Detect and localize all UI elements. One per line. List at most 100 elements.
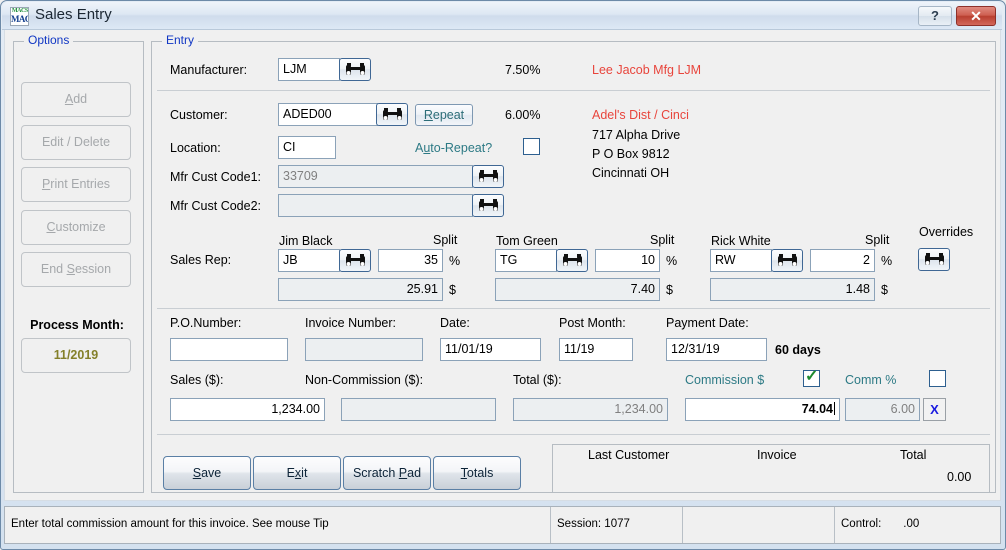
window-title: Sales Entry xyxy=(35,6,112,23)
summary-total-value: 0.00 xyxy=(947,470,972,484)
exit-button[interactable]: Exit xyxy=(253,456,341,490)
post-month-input[interactable]: 11/19 xyxy=(559,338,633,361)
sidebar-button-end-session[interactable]: End Session xyxy=(21,252,131,287)
customer-name: Adel's Dist / Cinci xyxy=(592,108,689,122)
save-button[interactable]: Save xyxy=(163,456,251,490)
help-button[interactable]: ? xyxy=(918,6,952,26)
sales-rep-3-split-label: Split xyxy=(865,233,890,247)
commission-dollar-value: 74.04 xyxy=(801,402,833,416)
date-label: Date: xyxy=(440,316,470,330)
overrides-lookup-binoculars-icon[interactable] xyxy=(918,248,950,271)
status-control-value: .00 xyxy=(903,518,920,530)
auto-repeat-label: Auto-Repeat? xyxy=(415,141,493,155)
close-button[interactable]: ✕ xyxy=(956,6,996,26)
entry-group-title: Entry xyxy=(162,34,199,47)
sales-input[interactable]: 1,234.00 xyxy=(170,398,325,421)
sales-rep-1-split-label: Split xyxy=(433,233,458,247)
customer-input[interactable]: ADED00 xyxy=(278,103,378,126)
sales-rep-2-code-input[interactable]: TG xyxy=(495,249,557,272)
location-input[interactable]: CI xyxy=(278,136,336,159)
summary-invoice-label: Invoice xyxy=(757,448,797,462)
sales-rep-1-code-input[interactable]: JB xyxy=(278,249,340,272)
text-caret xyxy=(834,402,835,415)
sales-rep-3-amount-input[interactable]: 1.48 xyxy=(710,278,875,301)
sales-rep-1-dollar-symbol: $ xyxy=(449,283,456,297)
total-input[interactable]: 1,234.00 xyxy=(513,398,668,421)
customer-label: Customer: xyxy=(170,108,228,122)
clear-commission-button[interactable]: X xyxy=(923,398,946,421)
sales-rep-1-split-input[interactable]: 35 xyxy=(378,249,443,272)
status-bar: Enter total commission amount for this i… xyxy=(4,506,1001,544)
sidebar-button-customize[interactable]: Customize xyxy=(21,210,131,245)
customer-rate: 6.00% xyxy=(505,108,541,122)
app-icon-bottom-text: MACS xyxy=(11,14,28,24)
payment-date-label: Payment Date: xyxy=(666,316,749,330)
manufacturer-rate: 7.50% xyxy=(505,63,541,77)
date-input[interactable]: 11/01/19 xyxy=(440,338,541,361)
commission-dollar-label: Commission $ xyxy=(685,373,765,387)
sales-rep-2-split-input[interactable]: 10 xyxy=(595,249,660,272)
sales-entry-window: MACS MACS Sales Entry ? ✕ Options Add Ed… xyxy=(0,0,1006,550)
customer-address-line1: 717 Alpha Drive xyxy=(592,128,681,142)
options-group-title: Options xyxy=(24,34,74,47)
sales-rep-label: Sales Rep: xyxy=(170,253,232,267)
mfr-cust-code1-label: Mfr Cust Code1: xyxy=(170,170,262,184)
mfr-cust-code1-lookup-binoculars-icon[interactable] xyxy=(472,165,504,188)
commission-dollar-checkbox[interactable]: ✓ xyxy=(803,368,820,387)
status-control: Control: .00 xyxy=(835,507,1002,543)
non-commission-input[interactable] xyxy=(341,398,496,421)
mfr-cust-code2-lookup-binoculars-icon[interactable] xyxy=(472,194,504,217)
title-bar: MACS MACS Sales Entry ? ✕ xyxy=(2,2,1002,30)
manufacturer-lookup-binoculars-icon[interactable] xyxy=(339,58,371,81)
invoice-number-label: Invoice Number: xyxy=(305,316,397,330)
auto-repeat-checkbox[interactable] xyxy=(523,138,540,155)
summary-total-label: Total xyxy=(900,448,927,462)
mfr-cust-code2-input[interactable] xyxy=(278,194,473,217)
post-month-label: Post Month: xyxy=(559,316,626,330)
sales-rep-2-lookup-binoculars-icon[interactable] xyxy=(556,249,588,272)
sales-rep-1-name: Jim Black xyxy=(279,234,333,248)
total-label: Total ($): xyxy=(513,373,562,387)
po-number-input[interactable] xyxy=(170,338,288,361)
sales-rep-1-amount-input[interactable]: 25.91 xyxy=(278,278,443,301)
sales-rep-3-lookup-binoculars-icon[interactable] xyxy=(771,249,803,272)
process-month-value[interactable]: 11/2019 xyxy=(21,338,131,373)
sidebar-button-edit-delete[interactable]: Edit / Delete xyxy=(21,125,131,160)
sales-rep-3-split-input[interactable]: 2 xyxy=(810,249,875,272)
commission-percent-input[interactable]: 6.00 xyxy=(845,398,920,421)
divider-3 xyxy=(157,434,990,435)
status-control-label: Control: xyxy=(841,518,882,530)
app-icon: MACS MACS xyxy=(10,7,29,26)
customer-lookup-binoculars-icon[interactable] xyxy=(376,103,408,126)
repeat-button[interactable]: Repeat xyxy=(415,104,473,126)
invoice-number-input[interactable] xyxy=(305,338,423,361)
sales-rep-2-amount-input[interactable]: 7.40 xyxy=(495,278,660,301)
manufacturer-input[interactable]: LJM xyxy=(278,58,340,81)
scratch-pad-button[interactable]: Scratch Pad xyxy=(343,456,431,490)
mfr-cust-code1-input[interactable]: 33709 xyxy=(278,165,473,188)
manufacturer-name: Lee Jacob Mfg LJM xyxy=(592,63,702,77)
sales-rep-2-dollar-symbol: $ xyxy=(666,283,673,297)
customer-address-line3: Cincinnati OH xyxy=(592,166,670,180)
commission-percent-label: Comm % xyxy=(845,373,897,387)
client-area: Options Add Edit / Delete Print Entries … xyxy=(4,30,1001,501)
sidebar-button-add[interactable]: Add xyxy=(21,82,131,117)
sales-rep-3-dollar-symbol: $ xyxy=(881,283,888,297)
mfr-cust-code2-label: Mfr Cust Code2: xyxy=(170,199,262,213)
totals-button[interactable]: Totals xyxy=(433,456,521,490)
commission-dollar-input[interactable]: 74.04 xyxy=(685,398,840,421)
sidebar-button-print-entries[interactable]: Print Entries xyxy=(21,167,131,202)
payment-date-input[interactable]: 12/31/19 xyxy=(666,338,767,361)
payment-days: 60 days xyxy=(775,343,821,357)
sales-rep-1-lookup-binoculars-icon[interactable] xyxy=(339,249,371,272)
status-message: Enter total commission amount for this i… xyxy=(5,507,551,543)
process-month-label: Process Month: xyxy=(30,318,124,332)
po-number-label: P.O.Number: xyxy=(170,316,242,330)
sales-rep-3-code-input[interactable]: RW xyxy=(710,249,772,272)
status-blank xyxy=(683,507,835,543)
overrides-label: Overrides xyxy=(919,225,974,239)
sales-rep-3-percent-symbol: % xyxy=(881,254,893,268)
sales-rep-1-percent-symbol: % xyxy=(449,254,461,268)
commission-percent-checkbox[interactable] xyxy=(929,370,946,387)
status-session: Session: 1077 xyxy=(551,507,683,543)
